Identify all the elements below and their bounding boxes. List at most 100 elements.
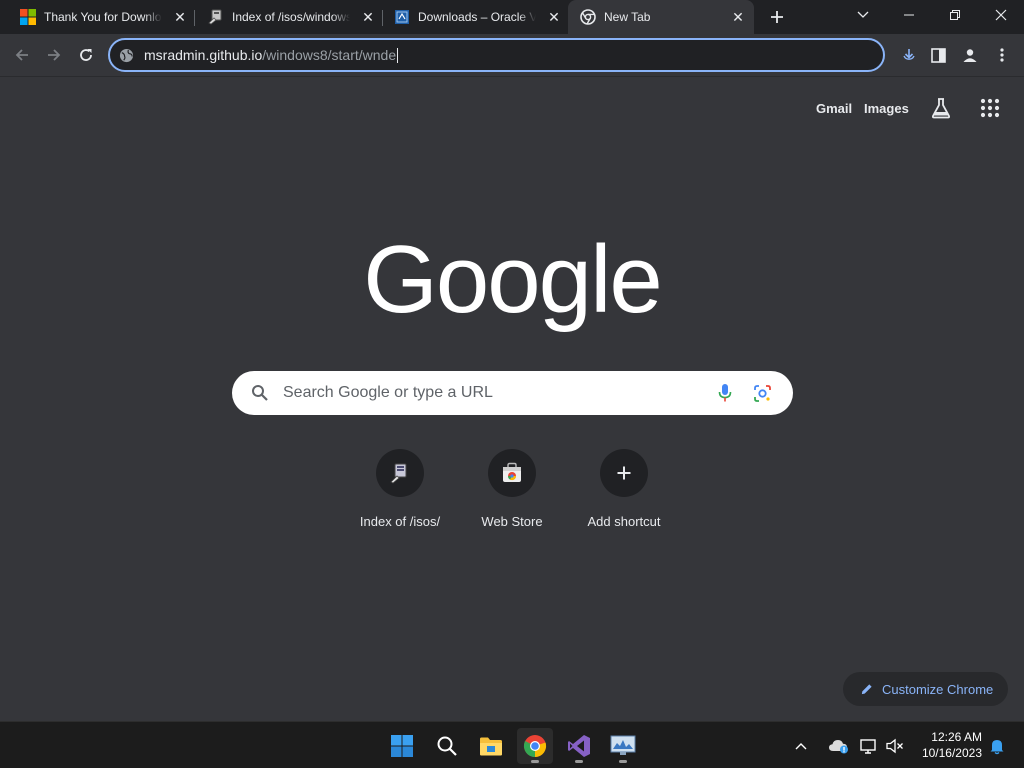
shortcut-label: Add shortcut	[587, 514, 661, 529]
chevron-up-icon	[795, 743, 807, 750]
running-indicator	[575, 760, 583, 763]
system-clock[interactable]: 12:26 AM 10/16/2023	[916, 729, 982, 761]
virtual-machine-button[interactable]	[605, 728, 641, 764]
shortcut-label: Web Store	[481, 514, 543, 529]
lens-search-icon[interactable]	[753, 384, 772, 403]
tab-new-tab[interactable]: New Tab ✕	[568, 0, 754, 34]
chrome-taskbar-button[interactable]	[517, 728, 553, 764]
tab-oracle-downloads[interactable]: Downloads – Oracle VM VirtualBox ✕	[374, 0, 568, 34]
tab-search-button[interactable]	[840, 0, 886, 30]
address-bar[interactable]: msradmin.github.io/windows8/start/wnde	[108, 38, 885, 72]
plus-icon	[616, 465, 632, 481]
close-icon[interactable]: ✕	[730, 9, 746, 25]
minimize-button[interactable]	[886, 0, 932, 30]
tab-title: New Tab	[604, 10, 651, 24]
clock-date: 10/16/2023	[921, 746, 982, 760]
tab-title: Index of /isos/windows8	[232, 10, 350, 24]
tab-strip: Thank You for Downloading ✕ Index of /is…	[0, 0, 1024, 34]
microsoft-logo-icon	[20, 9, 36, 25]
customize-label: Customize Chrome	[882, 681, 994, 697]
shortcut-tile	[488, 449, 536, 497]
tab-index-of-isos[interactable]: Index of /isos/windows8 ✕	[188, 0, 382, 34]
folder-icon	[480, 737, 502, 756]
shortcut-web-store[interactable]: Web Store	[456, 449, 568, 539]
tab-title: Downloads – Oracle VM VirtualBox	[418, 10, 536, 24]
notifications-button[interactable]	[984, 728, 1010, 764]
visual-studio-icon	[568, 735, 590, 757]
forward-button[interactable]	[41, 42, 67, 68]
text-caret	[397, 48, 399, 64]
network-tray-button[interactable]	[856, 728, 882, 764]
google-apps-button[interactable]	[978, 96, 1004, 122]
minimize-icon	[904, 14, 914, 16]
tab-title: Thank You for Downloading	[44, 10, 162, 24]
url-host-rest: b.io	[239, 46, 263, 63]
volume-muted-icon	[886, 738, 903, 754]
volume-tray-button[interactable]	[882, 728, 908, 764]
apps-grid-icon	[980, 98, 1000, 118]
chrome-icon	[580, 9, 596, 25]
downloads-button[interactable]	[896, 42, 922, 68]
url-host: msradmin.githu	[144, 46, 240, 63]
visual-studio-button[interactable]	[561, 728, 597, 764]
close-icon[interactable]: ✕	[546, 9, 562, 25]
clock-time: 12:26 AM	[931, 730, 982, 744]
server-icon	[208, 9, 224, 25]
kebab-menu-icon	[1000, 48, 1004, 62]
file-explorer-button[interactable]	[473, 728, 509, 764]
plus-icon	[771, 11, 783, 23]
monitor-chart-icon	[610, 735, 636, 755]
search-box[interactable]: Search Google or type a URL	[232, 371, 793, 415]
reload-icon	[80, 49, 92, 61]
images-link[interactable]: Images	[864, 101, 909, 116]
reload-button[interactable]	[73, 42, 99, 68]
chrome-icon	[523, 735, 547, 758]
pencil-icon	[860, 683, 873, 696]
profile-icon	[963, 49, 977, 62]
bell-icon	[990, 740, 1004, 755]
search-placeholder: Search Google or type a URL	[283, 384, 493, 401]
cloud-icon	[829, 740, 848, 754]
new-tab-button[interactable]	[766, 6, 788, 28]
gmail-link[interactable]: Gmail	[816, 101, 852, 116]
shortcut-tile	[376, 449, 424, 497]
restore-button[interactable]	[932, 0, 978, 30]
shortcut-tile	[600, 449, 648, 497]
running-indicator	[531, 760, 539, 763]
profile-button[interactable]	[957, 42, 983, 68]
windows-logo-icon	[391, 735, 413, 757]
labs-button[interactable]	[929, 96, 955, 122]
download-icon	[903, 49, 915, 60]
tab-thank-you[interactable]: Thank You for Downloading ✕	[0, 0, 194, 34]
windows-taskbar: 12:26 AM 10/16/2023	[0, 721, 1024, 768]
running-indicator	[619, 760, 627, 763]
voice-search-icon[interactable]	[718, 383, 732, 403]
web-store-icon	[501, 462, 523, 484]
shortcut-index-of-isos[interactable]: Index of /isos/	[344, 449, 456, 539]
new-tab-page: Gmail Images Google Search Google or typ…	[0, 77, 1024, 721]
restore-icon	[950, 10, 960, 20]
globe-icon	[119, 48, 134, 63]
show-hidden-icons-button[interactable]	[788, 728, 814, 764]
search-icon	[251, 384, 269, 402]
start-button[interactable]	[384, 728, 420, 764]
chevron-down-icon	[857, 11, 869, 18]
taskbar-search-button[interactable]	[429, 728, 465, 764]
close-icon	[995, 9, 1007, 21]
add-shortcut-button[interactable]: Add shortcut	[568, 449, 680, 539]
shortcut-label: Index of /isos/	[359, 514, 441, 529]
url-path: /windows8/start/wnde	[262, 46, 397, 63]
menu-button[interactable]	[989, 42, 1015, 68]
google-logo: Google	[363, 226, 663, 333]
back-button[interactable]	[9, 42, 35, 68]
side-panel-button[interactable]	[925, 42, 951, 68]
close-icon[interactable]: ✕	[172, 9, 188, 25]
url-text: msradmin.github.io/windows8/start/wnde	[144, 46, 399, 64]
arrow-left-icon	[15, 49, 28, 61]
arrow-right-icon	[48, 49, 61, 61]
browser-toolbar: msradmin.github.io/windows8/start/wnde	[0, 34, 1024, 77]
search-icon	[437, 736, 457, 756]
customize-chrome-button[interactable]: Customize Chrome	[843, 672, 1008, 706]
close-window-button[interactable]	[978, 0, 1024, 30]
onedrive-tray-button[interactable]	[824, 728, 854, 764]
